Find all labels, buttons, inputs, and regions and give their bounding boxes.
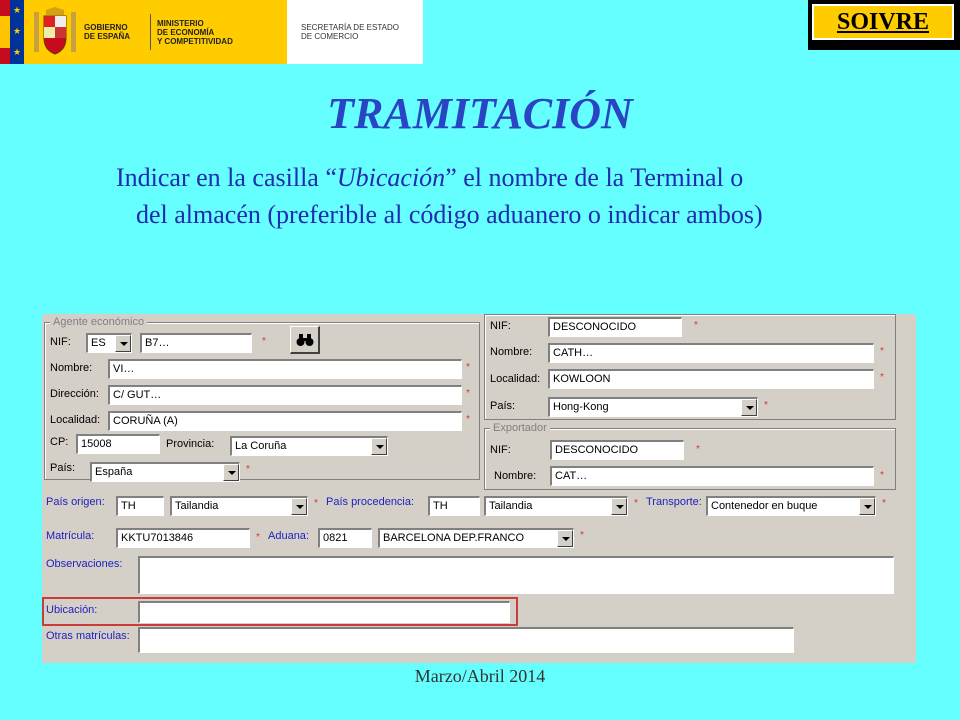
divider <box>150 14 151 50</box>
required-mark: * <box>466 388 470 399</box>
pais-origen-code-input[interactable]: TH <box>116 496 164 516</box>
ministerio-text: MINISTERIO DE ECONOMÍA Y COMPETITIVIDAD <box>157 18 233 46</box>
dest-pais-select[interactable]: Hong-Kong <box>548 397 758 417</box>
pais-procedencia-label: País procedencia: <box>326 496 415 508</box>
slide-title: TRAMITACIÓN <box>327 89 633 138</box>
gov-logo-block: GOBIERNO DE ESPAÑA MINISTERIO DE ECONOMÍA Y… <box>24 0 287 64</box>
tramitacion-form: Agente económico NIF: ES B7… * Nombre: V… <box>42 314 916 663</box>
required-mark: * <box>634 498 638 509</box>
nombre-label: Nombre: <box>50 362 93 374</box>
pais-procedencia-code-input[interactable]: TH <box>428 496 480 516</box>
dest-localidad-input[interactable]: KOWLOON <box>548 369 874 389</box>
matricula-input[interactable]: KKTU7013846 <box>116 528 250 548</box>
localidad-input[interactable]: CORUÑA (A) <box>108 411 462 431</box>
spain-flag-strip <box>0 0 10 64</box>
required-mark: * <box>880 470 884 481</box>
required-mark: * <box>694 320 698 331</box>
exp-nombre-label: Nombre: <box>494 470 537 482</box>
aduana-label: Aduana: <box>268 530 309 542</box>
pais-label: País: <box>50 462 76 474</box>
required-mark: * <box>882 498 886 509</box>
nombre-input[interactable]: VI… <box>108 359 462 379</box>
required-mark: * <box>880 346 884 357</box>
coat-of-arms-icon <box>34 7 76 55</box>
otras-matriculas-label: Otras matrículas: <box>46 630 130 642</box>
aduana-code-input[interactable]: 0821 <box>318 528 372 548</box>
cp-input[interactable]: 15008 <box>76 434 160 454</box>
transporte-label: Transporte: <box>646 496 702 508</box>
dest-nombre-input[interactable]: CATH… <box>548 343 874 363</box>
pais-origen-select[interactable]: Tailandia <box>170 496 308 516</box>
observaciones-label: Observaciones: <box>46 558 123 570</box>
search-binoculars-button[interactable] <box>290 326 320 354</box>
dest-nombre-label: Nombre: <box>490 346 533 358</box>
exp-nif-input[interactable]: DESCONOCIDO <box>550 440 684 460</box>
exp-nif-label: NIF: <box>490 444 511 456</box>
required-mark: * <box>466 362 470 373</box>
soivre-label: SOIVRE <box>812 4 954 40</box>
dest-pais-label: País: <box>490 400 516 412</box>
instruction-line-2: del almacén (preferible al código aduane… <box>136 200 763 229</box>
nif-input[interactable]: B7… <box>140 333 252 353</box>
required-mark: * <box>246 464 250 475</box>
nif-label: NIF: <box>50 336 71 348</box>
soivre-badge: SOIVRE <box>808 0 960 50</box>
dest-nif-input[interactable]: DESCONOCIDO <box>548 317 682 337</box>
required-mark: * <box>262 336 266 347</box>
ubicacion-label: Ubicación: <box>46 604 98 616</box>
required-mark: * <box>256 532 260 543</box>
provincia-select[interactable]: La Coruña <box>230 436 388 456</box>
footer-date: Marzo/Abril 2014 <box>414 666 546 686</box>
exp-nombre-input[interactable]: CAT… <box>550 466 874 486</box>
required-mark: * <box>314 498 318 509</box>
dest-nif-label: NIF: <box>490 320 511 332</box>
pais-procedencia-select[interactable]: Tailandia <box>484 496 628 516</box>
transporte-select[interactable]: Contenedor en buque <box>706 496 876 516</box>
instruction-line-1: Indicar en la casilla “Ubicación” el nom… <box>116 163 744 192</box>
ubicacion-input[interactable] <box>138 601 510 623</box>
required-mark: * <box>880 372 884 383</box>
exportador-legend: Exportador <box>490 422 550 434</box>
required-mark: * <box>696 444 700 455</box>
eu-stars-icon: ★ ★ ★ <box>10 0 24 64</box>
observaciones-input[interactable] <box>138 556 894 594</box>
dest-localidad-label: Localidad: <box>490 373 541 385</box>
direccion-label: Dirección: <box>50 388 99 400</box>
required-mark: * <box>764 400 768 411</box>
direccion-input[interactable]: C/ GUT… <box>108 385 462 405</box>
pais-select[interactable]: España <box>90 462 240 482</box>
provincia-label: Provincia: <box>166 438 215 450</box>
otras-matriculas-input[interactable] <box>138 627 794 653</box>
secretaria-text: SECRETARÍA DE ESTADO DE COMERCIO <box>301 23 399 41</box>
aduana-select[interactable]: BARCELONA DEP.FRANCO <box>378 528 574 548</box>
binoculars-icon <box>296 333 313 346</box>
cp-label: CP: <box>50 436 69 448</box>
gov-banner: ★ ★ ★ GOBIERNO DE ESPAÑA MINISTERIO DE ECONO… <box>0 0 423 64</box>
nif-country-select[interactable]: ES <box>86 333 132 353</box>
gobierno-text: GOBIERNO DE ESPAÑA <box>84 23 131 41</box>
pais-origen-label: País origen: <box>46 496 105 508</box>
agente-legend: Agente económico <box>50 316 148 328</box>
matricula-label: Matrícula: <box>46 530 95 542</box>
required-mark: * <box>466 414 470 425</box>
localidad-label: Localidad: <box>50 414 101 426</box>
required-mark: * <box>580 530 584 541</box>
